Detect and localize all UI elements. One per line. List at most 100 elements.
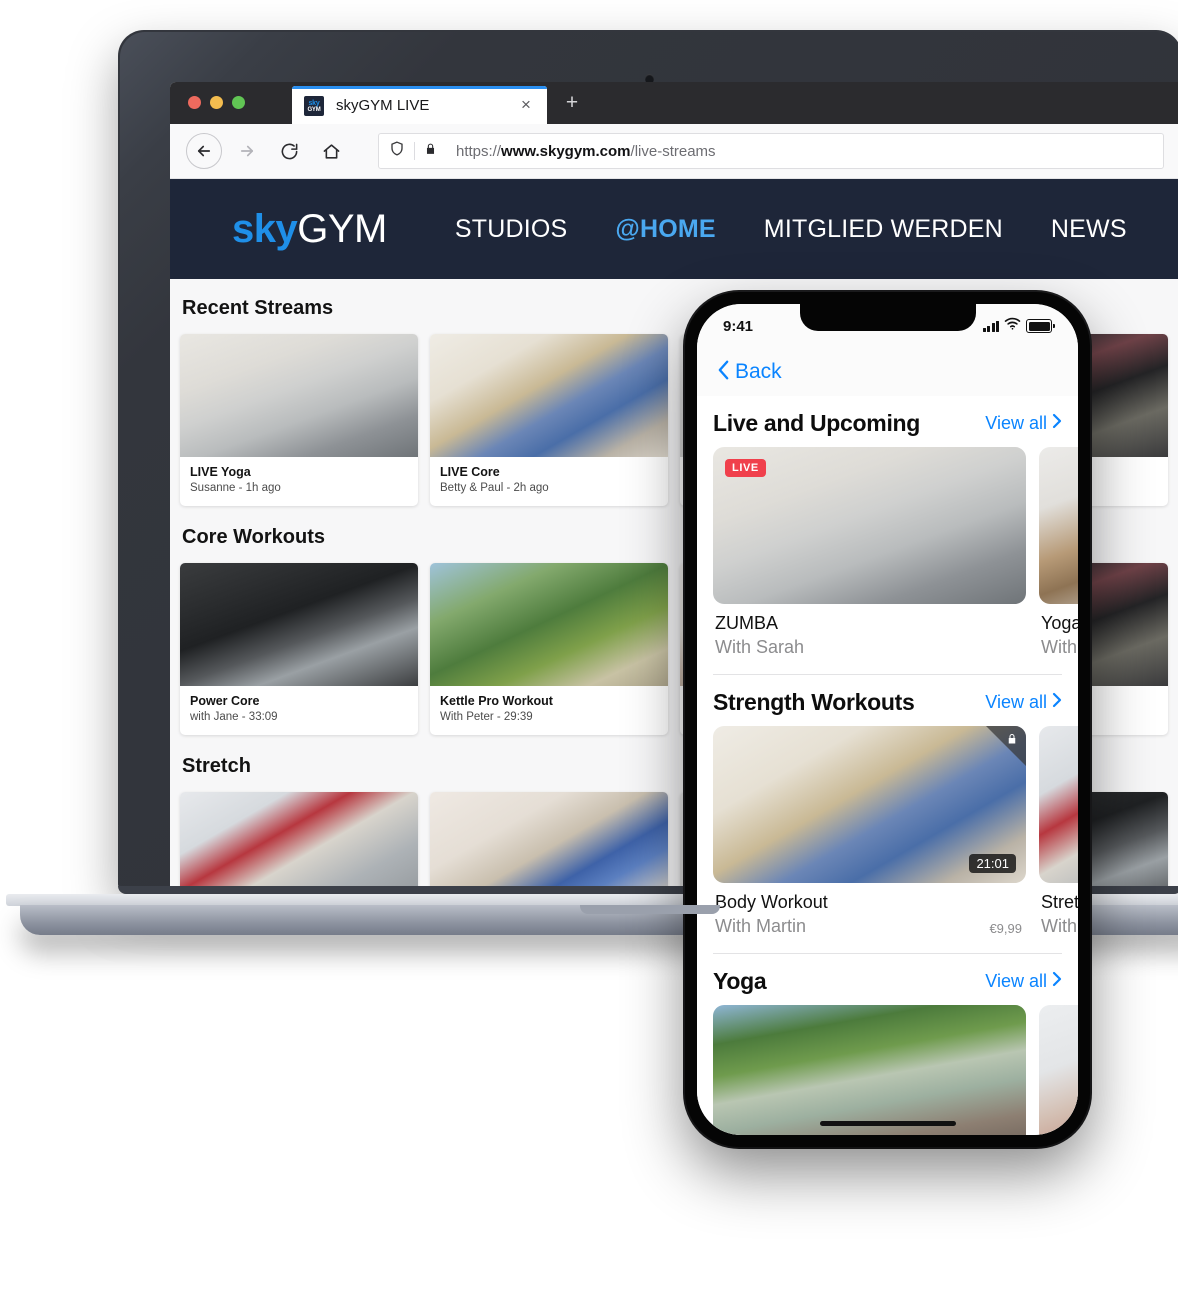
url-text: https://www.skygym.com/live-streams [456,143,716,160]
url-divider [414,142,415,160]
nav-item-news[interactable]: NEWS [1051,215,1127,244]
video-meta: LIVE Yoga Susanne - 1h ago [180,457,418,506]
forward-button[interactable] [230,134,264,168]
phone-mockup: 9:41 Back Live and Upcoming View all LIV… [685,292,1090,1147]
reload-button[interactable] [272,134,306,168]
video-thumbnail [180,563,418,686]
section-header: Yoga View all [697,954,1078,1005]
nav-item-mitglied-werden[interactable]: MITGLIED WERDEN [764,215,1003,244]
video-meta: Body Workout With Martin €9,99 [713,883,1026,937]
video-subtitle: Susanne - 1h ago [190,482,281,494]
new-tab-icon[interactable]: + [562,92,582,113]
base-notch [580,905,720,914]
logo-sky: sky [232,206,298,251]
url-path: /live-streams [630,142,716,160]
nav-item-athome[interactable]: @HOME [615,215,715,244]
video-thumbnail [1039,726,1078,883]
favicon-skygym: sky GYM [304,96,324,116]
video-card[interactable]: Power Core with Jane - 33:09 [180,563,418,735]
browser-tab[interactable]: sky GYM skyGYM LIVE × [292,86,547,124]
tab-active-indicator [292,86,547,89]
shield-icon[interactable] [389,140,405,162]
live-badge: LIVE [725,459,766,477]
chevron-right-icon [1052,413,1062,434]
video-title: Body Workout [715,892,828,912]
battery-icon [1026,319,1055,333]
video-thumbnail [1039,1005,1078,1135]
browser-tabstrip: sky GYM skyGYM LIVE × + [170,82,1178,124]
phone-screen: 9:41 Back Live and Upcoming View all LIV… [697,304,1078,1135]
phone-section-strength-workouts: Strength Workouts View all 21:01 Body Wo… [697,675,1078,937]
video-thumbnail [430,792,668,890]
phone-nav-bar: Back [697,348,1078,396]
view-all-link[interactable]: View all [985,692,1062,713]
section-title: Live and Upcoming [713,410,921,436]
video-thumbnail: LIVE [713,447,1026,604]
home-button[interactable] [314,134,348,168]
video-duration: 21:01 [969,854,1016,873]
back-button-label[interactable]: Back [735,360,782,384]
video-card[interactable]: LIVE Yoga Susanne - 1h ago [180,334,418,506]
favicon-bottom-text: GYM [307,106,321,113]
video-card[interactable] [430,792,668,890]
video-thumbnail [1039,447,1078,604]
browser-toolbar: https://www.skygym.com/live-streams [170,124,1178,179]
video-thumbnail [713,1005,1026,1135]
phone-video-card[interactable]: 21:01 Body Workout With Martin €9,99 [713,726,1026,937]
phone-notch [799,304,976,331]
video-title: Yoga [1041,613,1078,633]
window-controls[interactable] [188,96,245,109]
back-chevron-icon[interactable] [717,359,730,385]
video-meta: Stretch With Sarah [1039,883,1078,937]
phone-section-live-upcoming: Live and Upcoming View all LIVE ZUMBA Wi… [697,396,1078,658]
view-all-link[interactable]: View all [985,413,1062,434]
logo-gym: GYM [297,206,387,251]
video-subtitle: Betty & Paul - 2h ago [440,482,549,494]
video-meta: Yoga With [1039,604,1078,658]
phone-video-card[interactable]: Yoga With [1039,447,1078,658]
video-thumbnail [180,334,418,457]
lock-icon [424,141,437,162]
video-title: Power Core [190,694,260,708]
video-subtitle: With Sarah [715,637,805,657]
favicon-top-text: sky [308,99,320,107]
video-title: ZUMBA [715,613,778,633]
minimize-window-button[interactable] [210,96,223,109]
maximize-window-button[interactable] [232,96,245,109]
status-time: 9:41 [723,317,754,335]
site-navbar: skyGYM STUDIOS @HOME MITGLIED WERDEN NEW… [170,179,1178,279]
video-title: Kettle Pro Workout [440,694,553,708]
nav-item-studios[interactable]: STUDIOS [455,215,568,244]
cellular-bars-icon [982,320,999,332]
video-card[interactable] [180,792,418,890]
scene: sky GYM skyGYM LIVE × + https://www.skyg… [0,0,1178,1306]
card-row [697,1005,1078,1135]
back-button[interactable] [186,133,222,169]
skygym-logo[interactable]: skyGYM [232,207,387,252]
phone-content: Live and Upcoming View all LIVE ZUMBA Wi… [697,396,1078,1135]
lock-icon [1006,732,1018,749]
video-subtitle: With [1041,637,1077,657]
video-thumbnail [430,334,668,457]
video-subtitle: with Jane - 33:09 [190,711,278,723]
close-tab-icon[interactable]: × [517,96,535,114]
video-thumbnail [180,792,418,890]
phone-video-card[interactable]: Stretch With Sarah [1039,726,1078,937]
video-card[interactable]: Kettle Pro Workout With Peter - 29:39 [430,563,668,735]
video-title: LIVE Yoga [190,465,251,479]
close-window-button[interactable] [188,96,201,109]
video-meta: Kettle Pro Workout With Peter - 29:39 [430,686,668,735]
url-scheme: https:// [456,142,502,160]
video-thumbnail [430,563,668,686]
home-indicator[interactable] [819,1121,956,1126]
phone-video-card[interactable]: LIVE ZUMBA With Sarah [713,447,1026,658]
phone-section-yoga: Yoga View all [697,954,1078,1135]
phone-video-card[interactable] [713,1005,1026,1135]
video-title: LIVE Core [440,465,500,479]
tab-title: skyGYM LIVE [336,97,430,114]
url-bar[interactable]: https://www.skygym.com/live-streams [378,133,1164,169]
card-row: 21:01 Body Workout With Martin €9,99 Str… [697,726,1078,937]
video-card[interactable]: LIVE Core Betty & Paul - 2h ago [430,334,668,506]
view-all-link[interactable]: View all [985,971,1062,992]
phone-video-card[interactable] [1039,1005,1078,1135]
